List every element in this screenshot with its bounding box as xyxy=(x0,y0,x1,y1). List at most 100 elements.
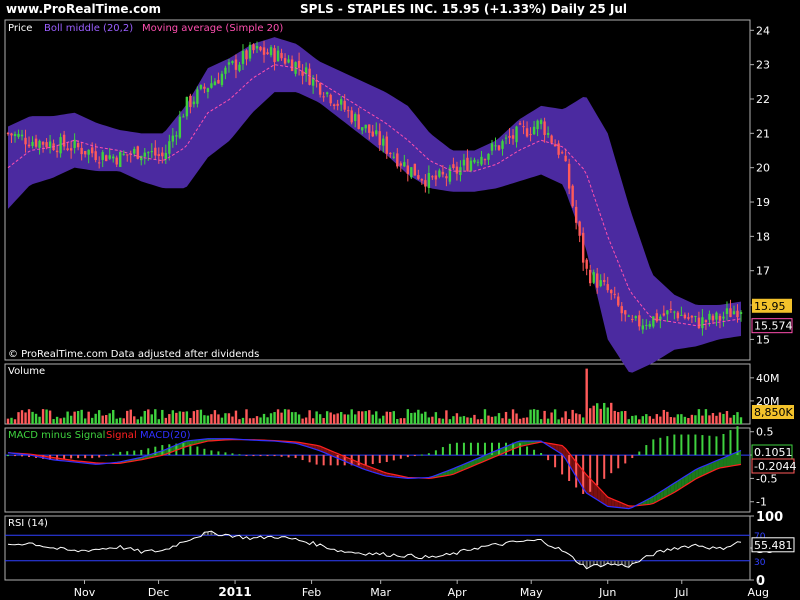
macd-hist-bar xyxy=(385,455,388,462)
candle-body xyxy=(168,141,171,154)
candle-body xyxy=(210,83,213,88)
candle-body xyxy=(585,259,588,269)
candle-body xyxy=(385,136,388,154)
volume-bar xyxy=(368,410,371,424)
candle-body xyxy=(273,48,276,63)
candle-body xyxy=(6,132,10,134)
candle-body xyxy=(550,135,553,143)
candle-body xyxy=(224,67,227,74)
macd-hist-bar xyxy=(420,454,423,456)
candle-body xyxy=(462,159,466,166)
candle-body xyxy=(175,135,178,137)
volume-bar xyxy=(588,408,592,424)
candle-body xyxy=(325,92,329,95)
candle-body xyxy=(164,152,168,160)
macd-hist-bar xyxy=(736,426,739,456)
signal-last-label: -0.2044 xyxy=(754,460,796,473)
volume-bar xyxy=(617,412,620,424)
volume-bar xyxy=(66,411,69,424)
candle-body xyxy=(424,180,427,187)
candle-body xyxy=(262,47,266,55)
volume-bar xyxy=(31,411,34,424)
candle-body xyxy=(739,312,743,314)
candle-body xyxy=(361,127,364,131)
volume-bar xyxy=(269,413,273,424)
volume-bar xyxy=(290,412,294,424)
price-ytick-label: 24 xyxy=(756,24,770,37)
candle-body xyxy=(560,152,564,154)
macd-hist-bar xyxy=(561,455,564,475)
macd-hist-bar xyxy=(617,455,620,469)
macd-hist-bar xyxy=(505,442,508,456)
chart-title: SPLS - STAPLES INC. 15.95 (+1.33%) Daily… xyxy=(300,2,628,16)
macd-hist-bar xyxy=(266,455,269,457)
volume-bar xyxy=(59,418,62,424)
candle-body xyxy=(606,284,609,291)
macd-hist-bar xyxy=(126,451,129,456)
candle-body xyxy=(375,130,378,135)
candle-body xyxy=(610,289,613,294)
volume-bar xyxy=(638,419,641,424)
volume-bar xyxy=(203,415,206,424)
rsi-line xyxy=(7,530,742,570)
site-name[interactable]: www.ProRealTime.com xyxy=(6,2,161,16)
candle-body xyxy=(711,315,715,321)
volume-bar xyxy=(680,414,683,424)
volume-bar xyxy=(543,410,546,424)
macd-hist-bar xyxy=(378,455,381,464)
volume-bar xyxy=(596,403,599,424)
volume-bar xyxy=(494,416,497,424)
macd-hist-bar xyxy=(98,455,101,458)
price-ytick-label: 19 xyxy=(756,196,770,209)
candle-body xyxy=(241,50,245,64)
candle-body xyxy=(641,325,644,330)
candle-body xyxy=(297,60,301,68)
volume-bar xyxy=(462,416,466,424)
bollinger-band xyxy=(8,37,741,373)
xaxis-label-mar: Mar xyxy=(370,586,391,599)
macd-hist-bar xyxy=(441,447,444,456)
candle-body xyxy=(157,154,161,156)
macd-hist-bar xyxy=(708,435,711,456)
macd-hist-bar xyxy=(406,455,409,458)
candle-body xyxy=(466,157,469,171)
volume-bar xyxy=(511,409,515,424)
volume-bar xyxy=(287,409,290,424)
macd-fill xyxy=(8,438,741,509)
candle-body xyxy=(115,157,118,165)
macd-hist-bar xyxy=(91,455,94,459)
macd-hist-bar xyxy=(21,455,24,457)
candle-body xyxy=(248,44,252,59)
volume-bar xyxy=(154,409,157,424)
candle-body xyxy=(255,46,259,49)
macd-hist-bar xyxy=(364,455,367,466)
macd-hist-bar xyxy=(533,449,536,456)
volume-bar xyxy=(427,417,431,424)
candle-body xyxy=(336,103,339,106)
volume-bar xyxy=(210,414,213,424)
volume-bar xyxy=(105,415,108,424)
macd-line xyxy=(7,438,742,510)
candle-body xyxy=(469,160,473,172)
volume-bar xyxy=(238,419,241,424)
candle-body xyxy=(105,155,108,162)
macd-hist-bar xyxy=(413,455,416,457)
candle-body xyxy=(687,317,690,319)
candle-body xyxy=(38,140,41,148)
volume-ytick-label: 40M xyxy=(756,372,780,385)
volume-bar xyxy=(150,414,153,424)
volume-bar xyxy=(311,418,315,424)
candle-body xyxy=(452,164,455,168)
candle-body xyxy=(350,110,353,123)
macd-hist-bar xyxy=(652,439,655,456)
macd-hist-bar xyxy=(301,455,304,461)
price-ytick-label: 21 xyxy=(756,127,770,140)
volume-bar xyxy=(648,416,652,424)
legend-rsi: RSI (14) xyxy=(8,518,48,529)
volume-bar xyxy=(655,414,659,424)
candle-body xyxy=(101,152,104,160)
xaxis-label-jun: Jun xyxy=(598,586,616,599)
volume-bar xyxy=(231,416,234,424)
candle-body xyxy=(624,310,627,315)
legend-boll-middle: Boll middle (20,2) xyxy=(44,23,133,34)
